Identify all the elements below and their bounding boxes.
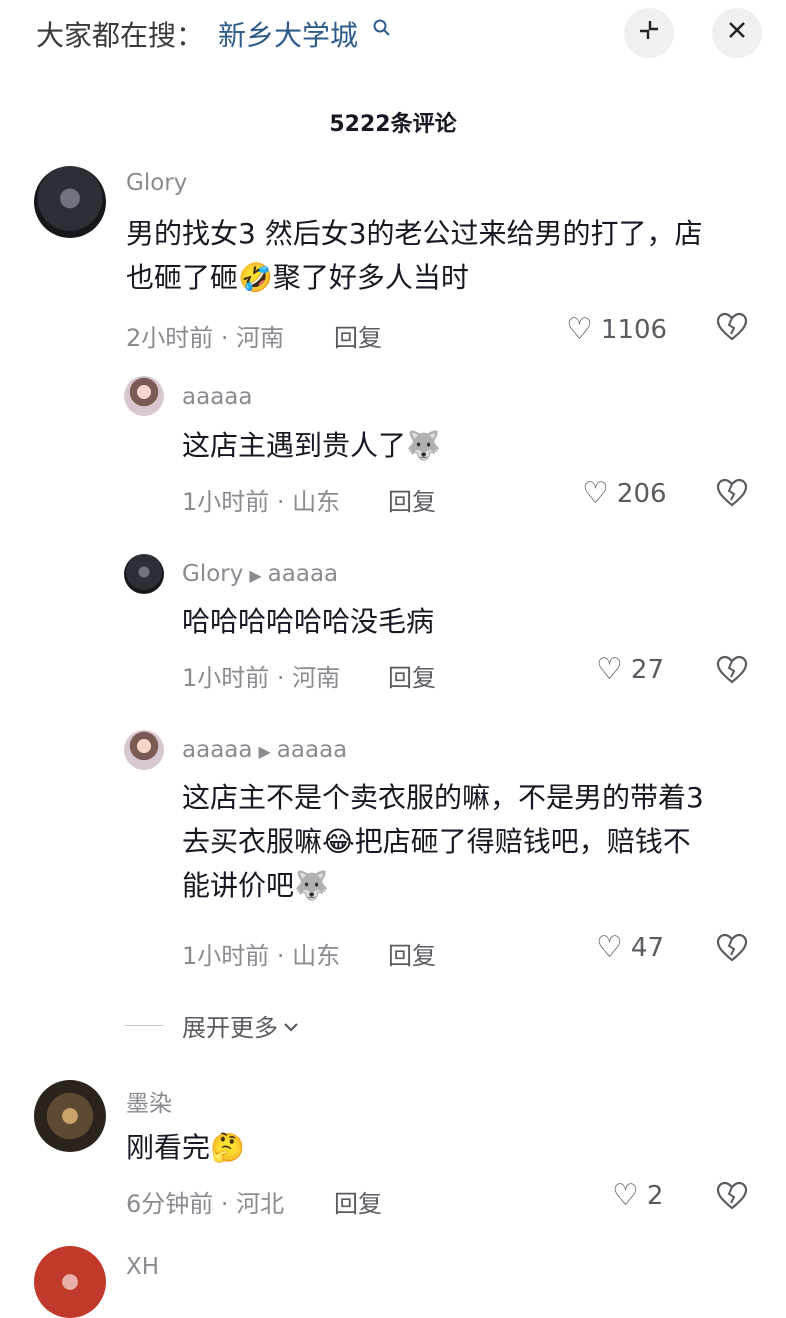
comment-author[interactable]: 墨染 [126,1084,172,1118]
comment-author[interactable]: Glory [126,170,187,196]
like-button[interactable]: ♡ 47 [596,930,664,965]
wolf-emoji: 🐺 [294,869,329,902]
like-count: 1106 [600,314,668,345]
reply-button[interactable]: 回复 [334,1184,382,1219]
expand-more-button[interactable]: 展开更多 [124,1008,300,1043]
broken-heart-icon[interactable] [716,478,748,515]
laugh-cry-emoji: 😂 [322,825,355,858]
like-button[interactable]: ♡ 2 [612,1178,663,1213]
avatar[interactable] [124,376,164,416]
like-count: 47 [630,932,664,963]
comment-line: 去买衣服嘛😂把店砸了得赔钱吧，赔钱不 [182,825,691,858]
collapse-button[interactable] [624,8,674,58]
broken-heart-icon[interactable] [716,655,748,692]
comment-text: 哈哈哈哈哈哈没毛病 [182,605,435,638]
comment-meta: 2小时前 · 河南 [126,324,285,352]
close-button[interactable] [712,8,762,58]
play-arrow-icon: ▶ [249,566,262,585]
comment-author: aaaaa ▶ aaaaa [182,737,348,763]
reply-button[interactable]: 回复 [388,936,436,971]
comment-author[interactable]: aaaaa [182,384,252,410]
hot-search-query[interactable]: 新乡大学城 [218,14,358,54]
heart-outline-icon: ♡ [612,1178,639,1213]
avatar[interactable] [124,730,164,770]
comment-meta: 1小时前 · 山东 [182,942,341,970]
comment-line: 男的找女3 然后女3的老公过来给男的打了，店 [126,217,703,250]
like-button[interactable]: ♡ 1106 [566,312,667,347]
comment-line: 也砸了砸🤣聚了好多人当时 [126,261,469,294]
reply-button[interactable]: 回复 [334,318,382,353]
collapse-icon [636,17,662,50]
like-count: 27 [630,654,664,685]
hot-search-label: 大家都在搜： [36,19,205,52]
comment-author: Glory ▶ aaaaa [182,561,339,587]
comment-count: 5222条评论 [329,112,457,137]
broken-heart-icon[interactable] [716,1181,748,1218]
close-icon [726,18,748,48]
reply-button[interactable]: 回复 [388,658,436,693]
broken-heart-icon[interactable] [716,933,748,970]
reply-button[interactable]: 回复 [388,482,436,517]
chevron-down-icon [282,1012,300,1040]
comment-author[interactable]: XH [126,1254,159,1280]
like-button[interactable]: ♡ 27 [596,652,664,687]
comment-text: 刚看完🤔 [126,1131,245,1164]
like-button[interactable]: ♡ 206 [582,476,667,511]
wolf-emoji: 🐺 [406,429,441,462]
comment-meta: 1小时前 · 山东 [182,488,341,516]
play-arrow-icon: ▶ [258,742,271,761]
comment-meta: 1小时前 · 河南 [182,664,341,692]
comment-text: 这店主遇到贵人了🐺 [182,429,441,462]
avatar[interactable] [124,554,164,594]
heart-outline-icon: ♡ [596,930,623,965]
avatar[interactable] [34,1246,106,1318]
thinking-emoji: 🤔 [210,1131,245,1164]
comment-meta: 6分钟前 · 河北 [126,1190,285,1218]
search-icon[interactable] [372,18,394,40]
rofl-emoji: 🤣 [238,261,273,294]
comment-line: 能讲价吧🐺 [182,869,329,902]
comment-line: 这店主不是个卖衣服的嘛，不是男的带着3 [182,781,704,814]
like-count: 206 [616,478,667,509]
like-count: 2 [646,1180,664,1211]
divider [124,1025,164,1026]
heart-outline-icon: ♡ [566,312,593,347]
comment-text: 这店主不是个卖衣服的嘛，不是男的带着3 去买衣服嘛😂把店砸了得赔钱吧，赔钱不 能… [182,776,772,908]
avatar[interactable] [34,166,106,238]
comment-text: 男的找女3 然后女3的老公过来给男的打了，店 也砸了砸🤣聚了好多人当时 [126,212,766,300]
avatar[interactable] [34,1080,106,1152]
broken-heart-icon[interactable] [716,312,748,349]
heart-outline-icon: ♡ [596,652,623,687]
expand-more-label: 展开更多 [182,1014,278,1042]
heart-outline-icon: ♡ [582,476,609,511]
